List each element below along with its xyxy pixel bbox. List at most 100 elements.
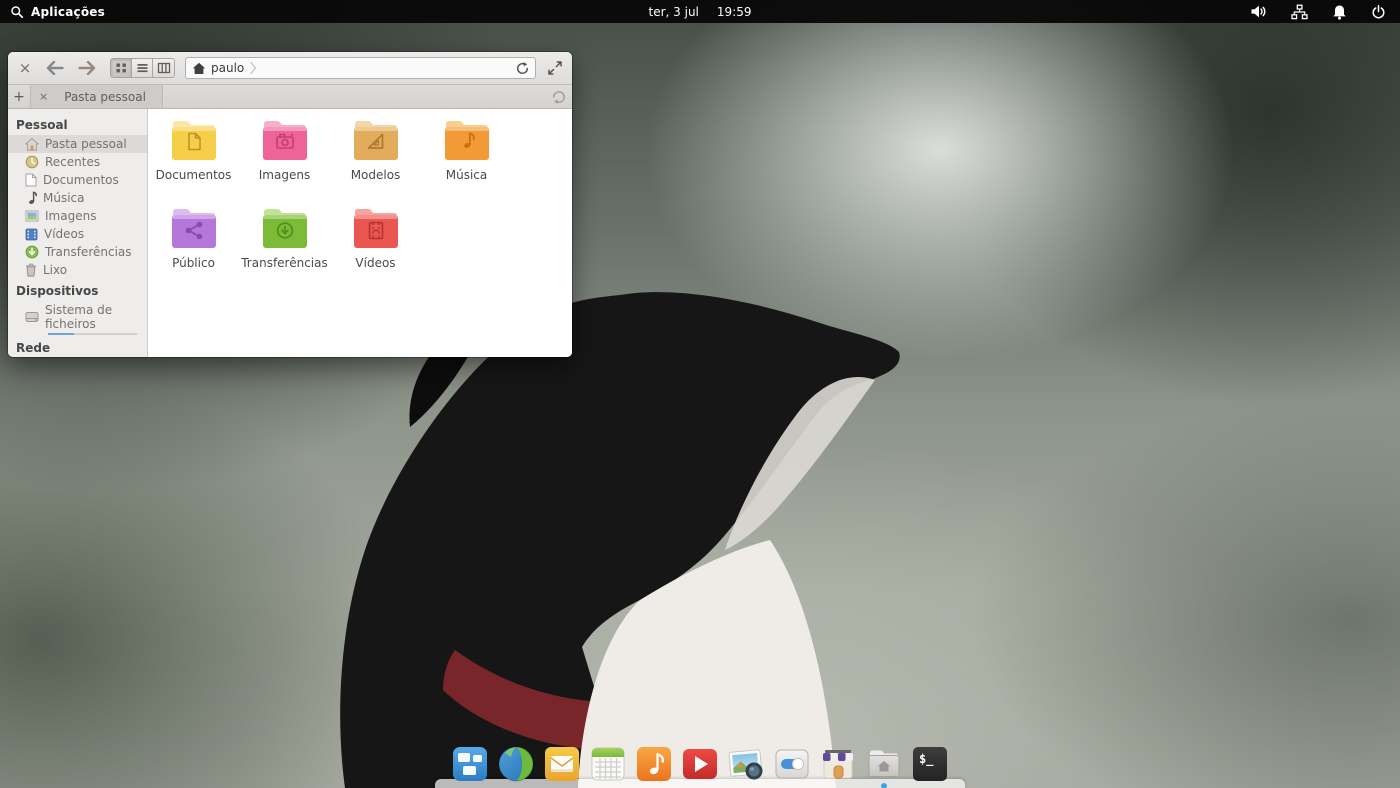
folder-label: Transferências	[241, 256, 328, 270]
dock-multitasking[interactable]	[451, 745, 489, 783]
videos-app-icon	[681, 745, 719, 783]
history-icon	[552, 90, 566, 104]
folder-label: Imagens	[259, 168, 310, 182]
folder-label: Documentos	[156, 168, 232, 182]
music-app-icon	[635, 745, 673, 783]
tab-close-button[interactable]: ×	[39, 91, 48, 102]
appcenter-icon	[819, 745, 857, 783]
tab-pasta-pessoal[interactable]: × Pasta pessoal	[31, 85, 163, 108]
folder-icon-transferencias	[261, 207, 309, 249]
dock-photos[interactable]	[727, 745, 765, 783]
sidebar-item-transferencias[interactable]: Transferências	[8, 243, 147, 261]
sidebar-item-musica[interactable]: Música	[8, 189, 147, 207]
sidebar-item-videos[interactable]: Vídeos	[8, 225, 147, 243]
maximize-button[interactable]	[546, 61, 564, 75]
dock-videos[interactable]	[681, 745, 719, 783]
sidebar-item-recentes[interactable]: Recentes	[8, 153, 147, 171]
sidebar-section-dispositivos: Dispositivos	[8, 281, 147, 301]
photos-icon	[727, 745, 765, 783]
sidebar-item-documentos[interactable]: Documentos	[8, 171, 147, 189]
applications-menu-label: Aplicações	[31, 5, 105, 19]
dock-terminal[interactable]: $_	[911, 745, 949, 783]
power-icon	[1371, 4, 1386, 20]
music-note-icon	[25, 191, 37, 205]
folder-icon-imagens	[261, 119, 309, 161]
dock-web-browser[interactable]	[497, 745, 535, 783]
dock-appcenter[interactable]	[819, 745, 857, 783]
window-close-button[interactable]: ×	[16, 61, 34, 76]
document-icon	[25, 173, 37, 187]
arrow-right-icon	[78, 61, 96, 75]
volume-icon	[1250, 4, 1267, 19]
recents-icon	[25, 155, 39, 169]
network-icon	[1291, 4, 1308, 20]
column-view-button[interactable]	[153, 59, 174, 77]
folder-label: Modelos	[351, 168, 401, 182]
sidebar-item-sistema-de-ficheiros[interactable]: Sistema de ficheiros	[8, 301, 147, 333]
resize-icon	[548, 61, 562, 75]
window-toolbar: ×	[8, 52, 572, 85]
chevron-right-icon	[249, 61, 257, 75]
trash-icon	[25, 263, 37, 277]
files-app-icon	[865, 745, 903, 783]
downloads-icon	[25, 245, 39, 259]
system-settings-icon	[773, 745, 811, 783]
harddisk-icon	[25, 311, 39, 323]
folder-videos[interactable]: Vídeos	[330, 207, 421, 295]
folder-icon-musica	[443, 119, 491, 161]
network-indicator[interactable]	[1291, 4, 1308, 20]
folder-documentos[interactable]: Documentos	[148, 119, 239, 207]
applications-menu[interactable]: Aplicações	[0, 5, 105, 19]
notifications-icon	[1332, 4, 1347, 20]
datetime-indicator[interactable]: ter, 3 jul 19:59	[649, 5, 752, 19]
panel-date: ter, 3 jul	[649, 5, 699, 19]
tab-bar: + × Pasta pessoal	[8, 85, 572, 109]
desktop: Aplicações ter, 3 jul 19:59	[0, 0, 1400, 788]
folder-label: Música	[446, 168, 488, 182]
grid-view-icon	[115, 62, 128, 74]
volume-indicator[interactable]	[1250, 4, 1267, 19]
search-icon	[10, 5, 24, 19]
folder-publico[interactable]: Público	[148, 207, 239, 295]
column-view-icon	[157, 62, 171, 74]
back-button[interactable]	[44, 61, 66, 75]
view-switcher	[110, 58, 175, 78]
restore-tab-button[interactable]	[546, 85, 572, 108]
calendar-icon	[589, 745, 627, 783]
file-view: Documentos Imagens	[148, 109, 572, 357]
sidebar-item-pasta-pessoal[interactable]: Pasta pessoal	[8, 135, 147, 153]
multitasking-icon	[451, 745, 489, 783]
dock-mail[interactable]	[543, 745, 581, 783]
grid-view-button[interactable]	[111, 59, 132, 77]
dock-calendar[interactable]	[589, 745, 627, 783]
dock-files[interactable]	[865, 745, 903, 783]
power-indicator[interactable]	[1371, 4, 1386, 20]
list-view-icon	[136, 62, 149, 74]
path-bar[interactable]: paulo	[185, 57, 536, 79]
refresh-icon[interactable]	[516, 62, 529, 75]
sidebar-section-rede: Rede	[8, 338, 147, 357]
notifications-indicator[interactable]	[1332, 4, 1347, 20]
folder-modelos[interactable]: Modelos	[330, 119, 421, 207]
folder-icon-modelos	[352, 119, 400, 161]
sidebar-item-imagens[interactable]: Imagens	[8, 207, 147, 225]
dock-music[interactable]	[635, 745, 673, 783]
sidebar-item-lixo[interactable]: Lixo	[8, 261, 147, 279]
new-tab-button[interactable]: +	[8, 85, 31, 108]
terminal-prompt-glyph: $_	[919, 752, 934, 767]
home-icon	[25, 138, 39, 151]
folder-transferencias[interactable]: Transferências	[239, 207, 330, 295]
folder-icon-publico	[170, 207, 218, 249]
folder-musica[interactable]: Música	[421, 119, 512, 207]
folder-icon-documentos	[170, 119, 218, 161]
dock: $_	[435, 745, 965, 788]
terminal-icon: $_	[911, 745, 949, 783]
running-indicator	[881, 783, 887, 788]
list-view-button[interactable]	[132, 59, 153, 77]
breadcrumb[interactable]: paulo	[211, 61, 244, 75]
folder-imagens[interactable]: Imagens	[239, 119, 330, 207]
top-panel: Aplicações ter, 3 jul 19:59	[0, 0, 1400, 23]
folder-icon-videos	[352, 207, 400, 249]
dock-system-settings[interactable]	[773, 745, 811, 783]
forward-button[interactable]	[76, 61, 98, 75]
